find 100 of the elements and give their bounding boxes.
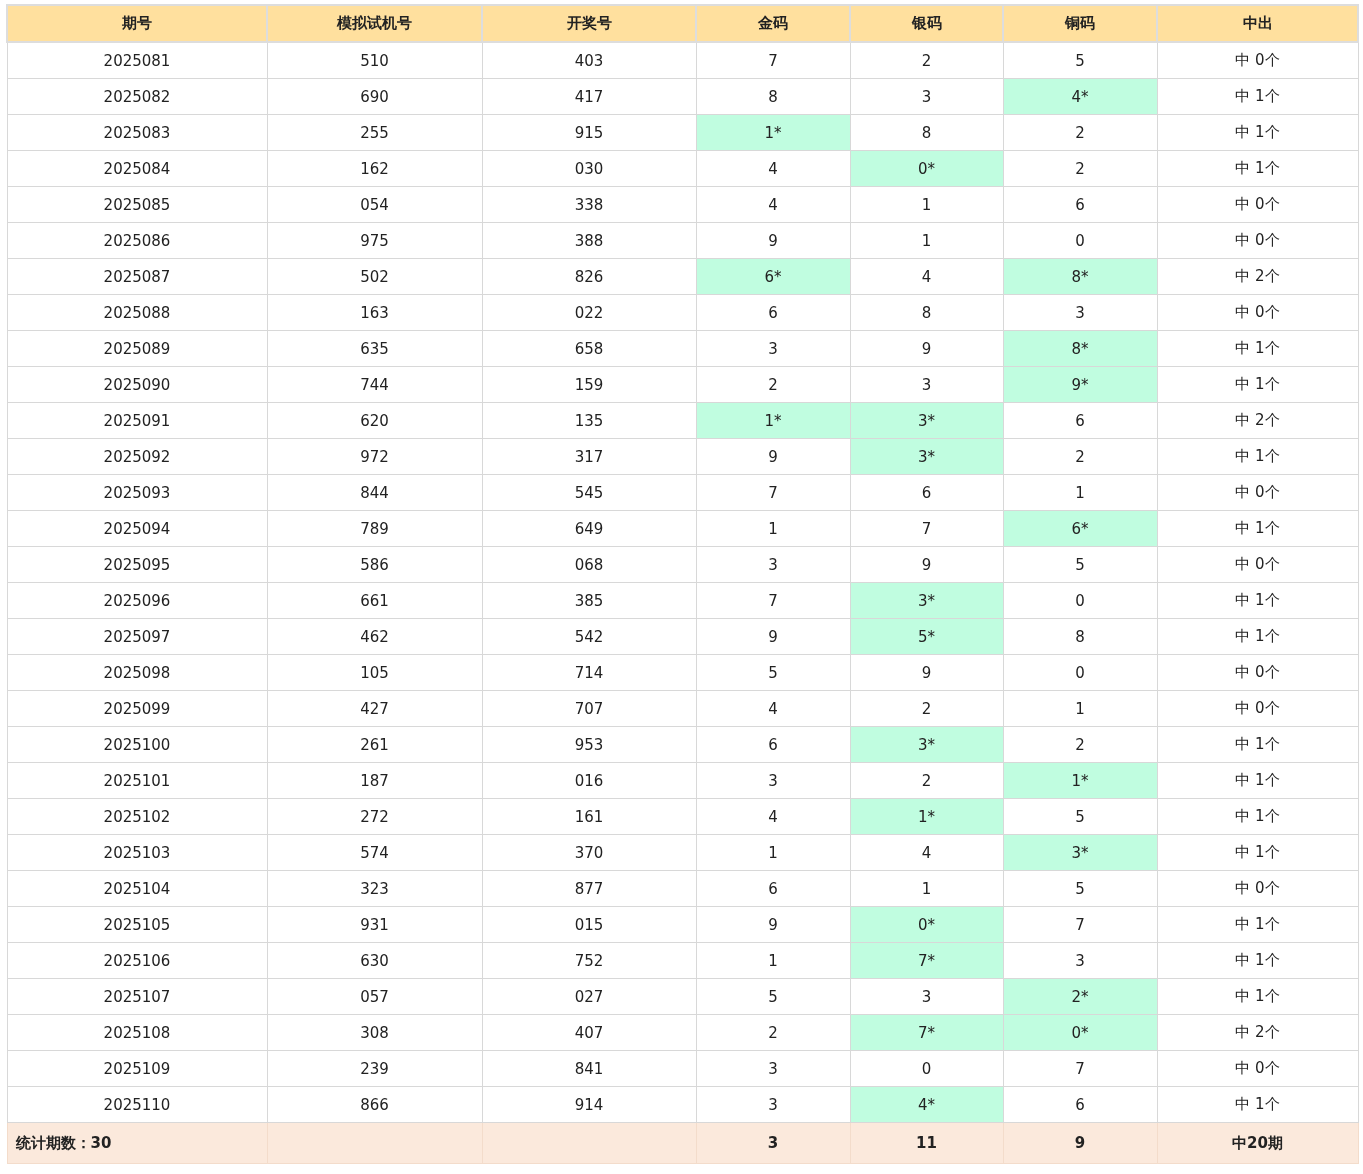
summary-cell: 9 [1003, 1122, 1157, 1164]
table-cell: 2025105 [7, 906, 267, 943]
table-cell: 0* [1003, 1014, 1157, 1051]
table-cell: 6* [696, 258, 850, 295]
table-cell: 022 [482, 294, 696, 331]
table-cell: 255 [267, 114, 482, 151]
table-cell: 187 [267, 762, 482, 799]
table-cell: 3* [850, 402, 1003, 439]
table-cell: 8 [850, 294, 1003, 331]
column-header: 金码 [696, 5, 850, 42]
table-cell: 261 [267, 726, 482, 763]
table-cell: 中 1个 [1157, 978, 1358, 1015]
table-cell: 502 [267, 258, 482, 295]
table-cell: 7 [1003, 1050, 1157, 1087]
table-cell: 407 [482, 1014, 696, 1051]
table-cell: 7 [696, 42, 850, 79]
table-cell: 462 [267, 618, 482, 655]
table-cell: 427 [267, 690, 482, 727]
table-cell: 1 [696, 834, 850, 871]
table-cell: 3 [696, 1050, 850, 1087]
table-cell: 2025092 [7, 438, 267, 475]
table-cell: 中 0个 [1157, 546, 1358, 583]
table-cell: 057 [267, 978, 482, 1015]
table-cell: 0* [850, 906, 1003, 943]
table-cell: 545 [482, 474, 696, 511]
table-cell: 975 [267, 222, 482, 259]
table-cell: 8* [1003, 258, 1157, 295]
table-cell: 2025108 [7, 1014, 267, 1051]
table-cell: 2 [1003, 726, 1157, 763]
table-cell: 9 [696, 222, 850, 259]
table-cell: 2025101 [7, 762, 267, 799]
table-cell: 2025090 [7, 366, 267, 403]
table-cell: 1* [850, 798, 1003, 835]
table-cell: 中 1个 [1157, 510, 1358, 547]
table-cell: 3* [850, 582, 1003, 619]
table-cell: 中 1个 [1157, 366, 1358, 403]
table-cell: 323 [267, 870, 482, 907]
table-cell: 9 [850, 546, 1003, 583]
table-cell: 9 [850, 330, 1003, 367]
table-cell: 6 [1003, 1086, 1157, 1123]
table-cell: 2* [1003, 978, 1157, 1015]
table-cell: 5* [850, 618, 1003, 655]
table-cell: 866 [267, 1086, 482, 1123]
table-cell: 2 [1003, 438, 1157, 475]
table-cell: 3* [850, 726, 1003, 763]
table-cell: 162 [267, 150, 482, 187]
table-cell: 690 [267, 78, 482, 115]
table-cell: 中 0个 [1157, 690, 1358, 727]
table-cell: 015 [482, 906, 696, 943]
table-cell: 中 0个 [1157, 870, 1358, 907]
table-cell: 3* [850, 438, 1003, 475]
table-cell: 4* [850, 1086, 1003, 1123]
table-cell: 1 [696, 942, 850, 979]
table-cell: 5 [696, 978, 850, 1015]
summary-label: 统计期数：30 [7, 1122, 267, 1164]
table-cell: 3 [696, 1086, 850, 1123]
table-cell: 5 [696, 654, 850, 691]
table-cell: 0 [1003, 582, 1157, 619]
table-cell: 510 [267, 42, 482, 79]
table-cell: 中 0个 [1157, 42, 1358, 79]
table-cell: 016 [482, 762, 696, 799]
table-cell: 4 [850, 834, 1003, 871]
table-cell: 931 [267, 906, 482, 943]
table-cell: 2 [696, 366, 850, 403]
table-cell: 中 1个 [1157, 726, 1358, 763]
column-header: 期号 [7, 5, 267, 42]
table-cell: 2025091 [7, 402, 267, 439]
table-cell: 中 2个 [1157, 258, 1358, 295]
table-cell: 中 0个 [1157, 474, 1358, 511]
table-cell: 620 [267, 402, 482, 439]
table-cell: 2025083 [7, 114, 267, 151]
table-cell: 1* [1003, 762, 1157, 799]
table-cell: 7 [850, 510, 1003, 547]
table-cell: 6* [1003, 510, 1157, 547]
table-cell: 6 [1003, 402, 1157, 439]
table-cell: 388 [482, 222, 696, 259]
table-cell: 403 [482, 42, 696, 79]
table-cell: 2025095 [7, 546, 267, 583]
table-cell: 9 [850, 654, 1003, 691]
summary-cell: 中20期 [1157, 1122, 1358, 1164]
table-cell: 877 [482, 870, 696, 907]
table-cell: 2 [1003, 114, 1157, 151]
table-cell: 中 0个 [1157, 222, 1358, 259]
table-cell: 915 [482, 114, 696, 151]
table-cell: 6 [850, 474, 1003, 511]
table-cell: 135 [482, 402, 696, 439]
table-cell: 2 [850, 762, 1003, 799]
table-cell: 2025102 [7, 798, 267, 835]
table-cell: 542 [482, 618, 696, 655]
table-cell: 2025082 [7, 78, 267, 115]
table-cell: 2 [850, 690, 1003, 727]
table-cell: 中 1个 [1157, 1086, 1358, 1123]
summary-cell: 3 [696, 1122, 850, 1164]
table-cell: 239 [267, 1050, 482, 1087]
table-cell: 6 [696, 870, 850, 907]
column-header: 中出 [1157, 5, 1358, 42]
table-cell: 中 2个 [1157, 1014, 1358, 1051]
table-cell: 2025107 [7, 978, 267, 1015]
table-cell: 1 [1003, 690, 1157, 727]
table-cell: 中 0个 [1157, 1050, 1358, 1087]
